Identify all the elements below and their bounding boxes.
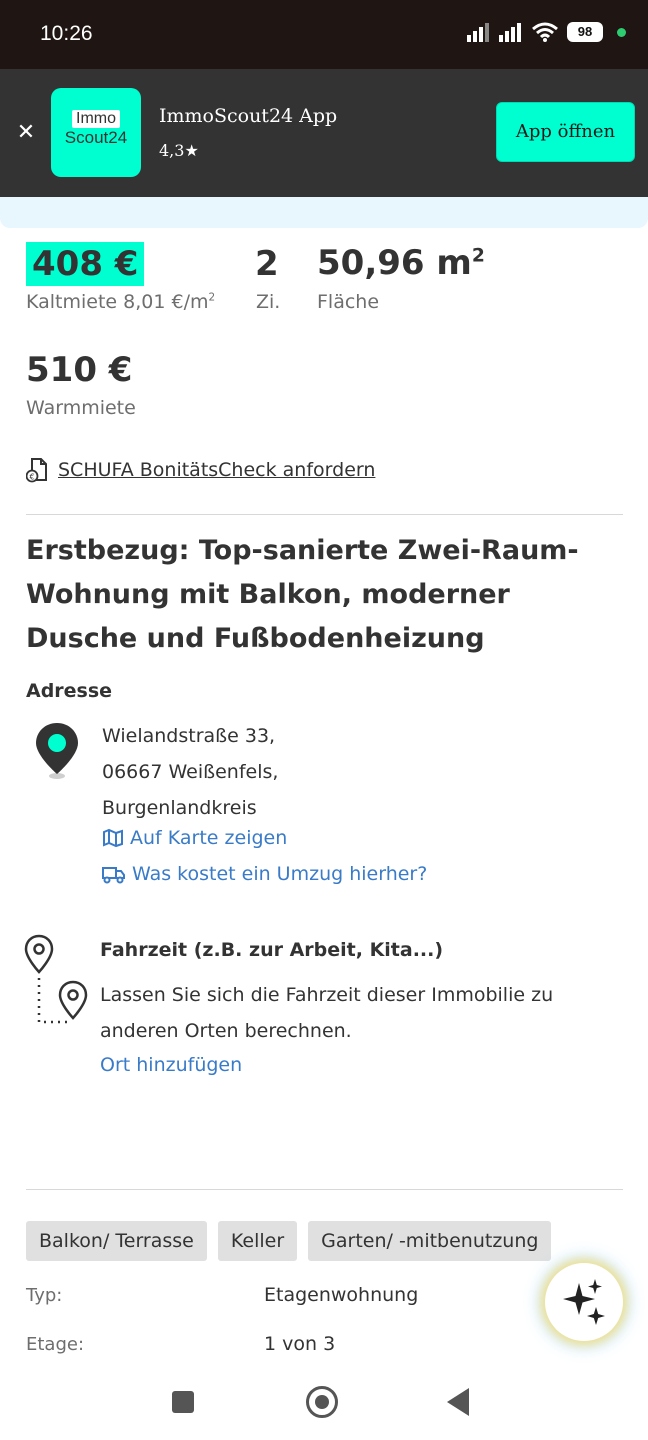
home-button[interactable] — [306, 1386, 338, 1418]
listing-title: Erstbezug: Top-sanierte Zwei-Raum-Wohnun… — [26, 535, 579, 654]
system-nav-bar — [0, 1372, 648, 1440]
moving-cost-link[interactable]: Was kostet ein Umzug hierher? — [102, 863, 427, 885]
commute-description: Lassen Sie sich die Fahrzeit dieser Immo… — [100, 984, 554, 1042]
tag-garden: Garten/ -mitbenutzung — [308, 1221, 552, 1261]
detail-type-key: Typ: — [26, 1285, 63, 1306]
wifi-icon — [532, 22, 558, 42]
truck-icon — [102, 867, 125, 884]
app-logo: Immo Scout24 — [51, 88, 141, 177]
header-strip — [0, 197, 648, 228]
location-pin-icon — [36, 723, 78, 779]
detail-floor-value: 1 von 3 — [264, 1333, 336, 1355]
app-install-banner: ✕ Immo Scout24 ImmoScout24 App 4,3★ App … — [0, 69, 648, 197]
rooms-value: 2 — [255, 244, 279, 284]
tag-balcony: Balkon/ Terrasse — [26, 1221, 207, 1261]
route-icon — [24, 934, 88, 1024]
address-label: Adresse — [26, 680, 113, 702]
sparkle-icon — [563, 1279, 605, 1325]
commute-title: Fahrzeit (z.B. zur Arbeit, Kita...) — [100, 939, 444, 961]
app-logo-line2: Scout24 — [64, 128, 128, 147]
address-street: Wielandstraße 33, — [102, 725, 276, 747]
warm-rent-label: Warmmiete — [26, 397, 136, 419]
schufa-link-text: SCHUFA BonitätsCheck anfordern — [58, 459, 376, 481]
detail-type-value: Etagenwohnung — [264, 1284, 419, 1306]
address-lines: Wielandstraße 33, 06667 Weißenfels, Burg… — [102, 718, 278, 826]
schufa-check-link[interactable]: € SCHUFA BonitätsCheck anfordern — [26, 457, 375, 483]
euro-document-icon: € — [26, 458, 47, 483]
status-icons: 98 — [467, 22, 626, 42]
back-button[interactable] — [447, 1388, 469, 1416]
privacy-dot — [617, 27, 626, 37]
tag-cellar: Keller — [217, 1221, 298, 1261]
signal-icon-2 — [499, 23, 521, 42]
detail-floor-key: Etage: — [26, 1334, 85, 1355]
open-app-button[interactable]: App öffnen — [496, 102, 635, 162]
svg-text:€: € — [29, 473, 34, 482]
cold-rent-label: Kaltmiete 8,01 €/m2 — [26, 291, 216, 313]
rooms-label: Zi. — [256, 291, 281, 313]
close-icon[interactable]: ✕ — [14, 121, 38, 145]
app-rating: 4,3★ — [159, 141, 199, 160]
feature-tags: Balkon/ Terrasse Keller Garten/ -mitbenu… — [26, 1221, 552, 1261]
divider — [26, 1189, 623, 1190]
status-time: 10:26 — [40, 22, 93, 45]
add-location-link[interactable]: Ort hinzufügen — [100, 1054, 242, 1076]
recent-apps-button[interactable] — [172, 1391, 194, 1413]
signal-icon — [467, 23, 489, 42]
app-logo-line1: Immo — [72, 110, 120, 128]
area-value: 50,96 m2 — [317, 243, 485, 283]
show-on-map-link[interactable]: Auf Karte zeigen — [102, 827, 287, 849]
warm-rent-value: 510 € — [26, 350, 133, 390]
app-name: ImmoScout24 App — [159, 105, 338, 127]
battery-indicator: 98 — [567, 22, 603, 42]
divider — [26, 514, 623, 515]
moving-cost-text: Was kostet ein Umzug hierher? — [132, 863, 428, 885]
area-label: Fläche — [317, 291, 380, 313]
address-city: 06667 Weißenfels, — [102, 761, 279, 783]
address-district: Burgenlandkreis — [102, 797, 257, 819]
cold-rent-value: 408 € — [26, 242, 145, 286]
show-on-map-text: Auf Karte zeigen — [130, 827, 288, 849]
ai-assistant-button[interactable] — [545, 1263, 623, 1341]
status-bar: 10:26 98 — [0, 0, 648, 69]
map-icon — [103, 828, 123, 848]
